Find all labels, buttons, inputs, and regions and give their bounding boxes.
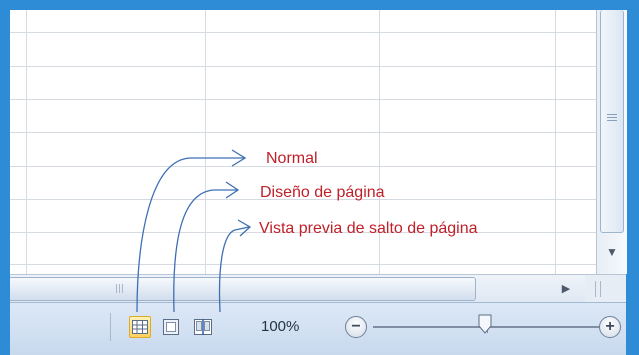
grid-column-line [555, 10, 556, 274]
page-layout-view-button[interactable] [160, 316, 182, 338]
callout-normal: Normal [266, 150, 318, 167]
status-separator [110, 313, 111, 341]
normal-view-button[interactable] [129, 316, 151, 338]
page-layout-icon [163, 319, 179, 335]
zoom-out-button[interactable]: − [345, 316, 367, 338]
window-frame: ▼ ▶ 100% − + Normal Diseño de página Vis… [0, 0, 639, 355]
vertical-scroll-thumb[interactable] [600, 10, 624, 233]
split-box[interactable] [585, 274, 626, 303]
page-break-preview-icon [194, 319, 212, 335]
horizontal-scroll-thumb[interactable] [10, 277, 476, 301]
grid-column-line [26, 10, 27, 274]
vertical-scrollbar[interactable]: ▼ [596, 10, 627, 274]
callout-page-layout: Diseño de página [260, 184, 385, 201]
horizontal-scrollbar[interactable]: ▶ [10, 274, 585, 303]
grid-row-line [10, 99, 596, 100]
grid-column-line [205, 10, 206, 274]
status-bar: 100% − + [10, 302, 626, 355]
zoom-in-button[interactable]: + [599, 316, 621, 338]
grid-row-line [10, 132, 596, 133]
page-break-preview-button[interactable] [192, 316, 214, 338]
callout-page-break-preview: Vista previa de salto de página [259, 220, 478, 237]
scroll-down-icon[interactable]: ▼ [601, 242, 623, 262]
scroll-right-icon[interactable]: ▶ [558, 279, 574, 299]
grid-row-line [10, 32, 596, 33]
normal-view-icon [132, 320, 148, 334]
grid-row-line [10, 264, 596, 265]
zoom-slider-thumb[interactable] [478, 314, 492, 334]
grid-row-line [10, 66, 596, 67]
zoom-level-label[interactable]: 100% [261, 318, 299, 335]
